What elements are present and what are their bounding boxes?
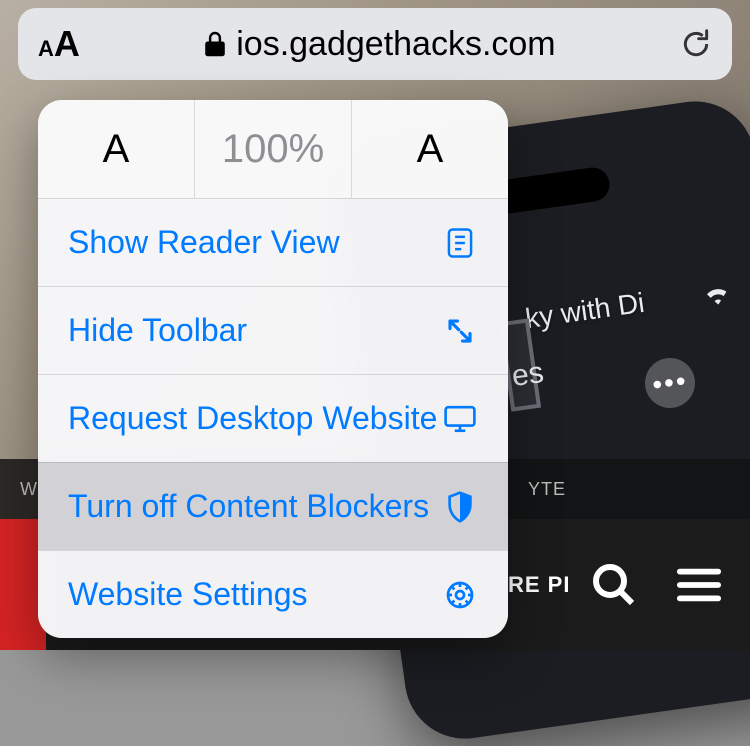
url-text: ios.gadgethacks.com [236,25,555,64]
wifi-icon [703,283,732,306]
text-size-button[interactable]: AA [38,23,80,65]
search-icon[interactable] [590,561,638,609]
reader-icon [442,227,478,259]
hide-toolbar-item[interactable]: Hide Toolbar [38,286,508,374]
gear-icon [442,579,478,611]
menu-label: Website Settings [68,576,308,613]
menu-label: Show Reader View [68,224,340,261]
menu-label: Hide Toolbar [68,312,247,349]
zoom-level: 100% [195,100,352,198]
text-size-popover: A 100% A Show Reader View Hide Toolbar R… [38,100,508,638]
address-bar[interactable]: AA ios.gadgethacks.com [18,8,732,80]
bg-les-text: es [510,356,546,394]
expand-arrows-icon [442,316,478,346]
desktop-icon [442,404,478,434]
hamburger-menu-icon[interactable] [676,565,722,605]
shield-icon [442,491,478,523]
reload-icon[interactable] [680,26,712,62]
menu-label: Turn off Content Blockers [68,488,429,525]
band-text-right: YTE [528,479,566,500]
website-settings-item[interactable]: Website Settings [38,550,508,638]
zoom-decrease-button[interactable]: A [38,100,195,198]
url-display[interactable]: ios.gadgethacks.com [80,25,680,64]
lock-icon [204,30,226,58]
menu-label: Request Desktop Website [68,400,437,437]
turn-off-content-blockers-item[interactable]: Turn off Content Blockers [38,462,508,550]
zoom-bar: A 100% A [38,100,508,198]
request-desktop-website-item[interactable]: Request Desktop Website [38,374,508,462]
bottom-text: RE PI [508,572,570,598]
zoom-increase-button[interactable]: A [352,100,508,198]
show-reader-view-item[interactable]: Show Reader View [38,198,508,286]
